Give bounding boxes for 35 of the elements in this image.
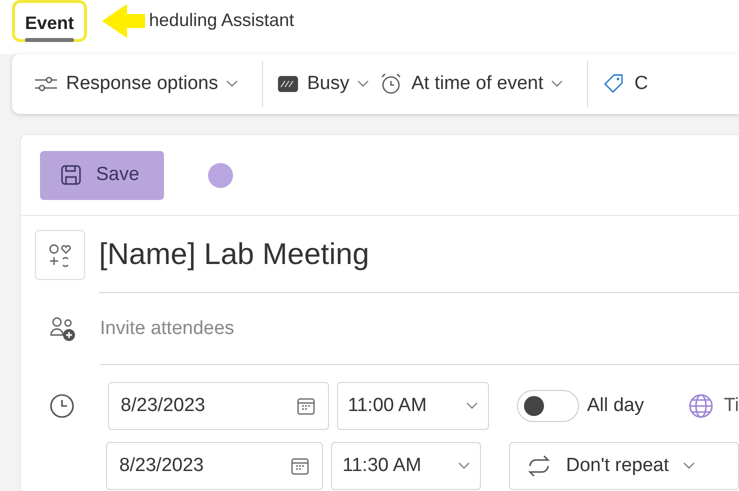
calendar-icon: [296, 396, 316, 416]
title-field[interactable]: [Name] Lab Meeting: [99, 216, 739, 293]
save-icon: [60, 164, 82, 186]
chevron-down-icon: [551, 80, 564, 88]
time-dropdown[interactable]: 11:00 AM: [336, 382, 490, 430]
emoji-picker-button[interactable]: [35, 230, 85, 280]
selected-tab-underline: [25, 38, 74, 42]
toolbar-button[interactable]: C: [602, 70, 658, 98]
chevron-down-icon: [466, 402, 478, 410]
clock-icon: [48, 392, 76, 420]
tab[interactable]: Event: [12, 0, 88, 42]
add-people-icon: [48, 315, 76, 343]
toolbar-button[interactable]: At time of event: [379, 70, 574, 98]
date-field[interactable]: 8/23/2023: [106, 442, 324, 490]
globe-icon: [688, 393, 714, 419]
chevron-down-icon: [682, 462, 695, 470]
chevron-down-icon: [458, 462, 470, 470]
all-day-toggle[interactable]: [517, 390, 579, 422]
pointer-arrow-icon: [101, 3, 146, 39]
chevron-down-icon: [357, 80, 370, 88]
time-dropdown[interactable]: 11:30 AM: [331, 442, 482, 490]
chevron-down-icon: [226, 80, 238, 88]
calendar-icon: [290, 456, 310, 476]
toolbar-button[interactable]: Response options: [34, 70, 248, 98]
status-icon: [277, 75, 300, 93]
icon-set-icon: [47, 242, 73, 268]
sliders-icon: [34, 74, 58, 94]
date-field[interactable]: 8/23/2023: [108, 382, 329, 430]
toolbar-button[interactable]: Busy: [277, 70, 380, 98]
repeat-dropdown[interactable]: Don't repeat: [508, 442, 739, 490]
invite-attendees-field[interactable]: Invite attendees: [100, 293, 739, 365]
repeat-icon: [526, 454, 552, 478]
tab[interactable]: heduling Assistant: [145, 0, 298, 42]
all-day-label: All day: [586, 394, 644, 418]
time-zones-button[interactable]: Ti: [688, 392, 739, 420]
